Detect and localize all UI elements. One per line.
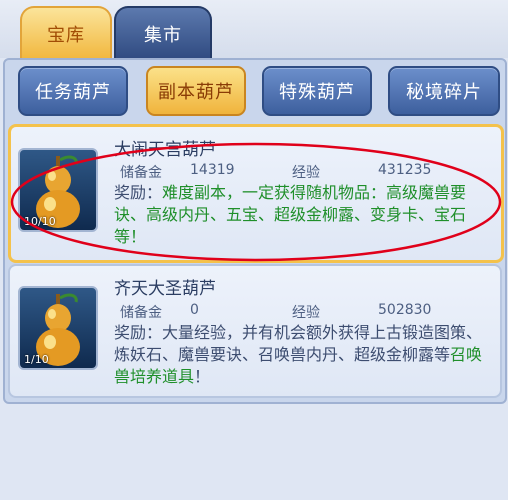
- tab-market[interactable]: 集市: [114, 6, 212, 60]
- category-task-gourd-button[interactable]: 任务葫芦: [18, 66, 128, 116]
- exp-value: 431235: [378, 162, 432, 178]
- category-secret-fragment-button[interactable]: 秘境碎片: [388, 66, 500, 116]
- tab-treasury[interactable]: 宝库: [20, 6, 112, 60]
- reward-label: 奖励：: [114, 183, 163, 202]
- item-count: 1/10: [24, 353, 49, 366]
- reserve-value: 0: [190, 302, 199, 318]
- exp-value: 502830: [378, 302, 432, 318]
- reward-label: 奖励：: [114, 323, 163, 342]
- category-dungeon-gourd-button[interactable]: 副本葫芦: [146, 66, 246, 116]
- exp-label: 经验: [292, 165, 320, 181]
- reward-text: 奖励：难度副本，一定获得随机物品：高级魔兽要诀、高级内丹、五宝、超级金柳露、变身…: [114, 182, 488, 248]
- item-icon-frame: 10/10: [18, 148, 98, 232]
- item-count: 10/10: [24, 215, 56, 228]
- exp-label: 经验: [292, 305, 320, 321]
- reserve-value: 14319: [190, 162, 235, 178]
- reserve-label: 储备金: [120, 305, 162, 321]
- item-name: 齐天大圣葫芦: [114, 279, 216, 299]
- reserve-label: 储备金: [120, 165, 162, 181]
- reward-highlight: 难度副本，一定获得随机物品：高级魔兽要诀、高级内丹、五宝、超级金柳露、变身卡、宝…: [114, 183, 467, 246]
- item-name: 大闹天宫葫芦: [114, 140, 216, 160]
- reward-text: 奖励：大量经验，并有机会额外获得上古锻造图策、炼妖石、魔兽要诀、召唤兽内丹、超级…: [114, 322, 488, 388]
- category-special-gourd-button[interactable]: 特殊葫芦: [262, 66, 372, 116]
- reward-plain: 大量经验，并有机会额外获得上古锻造图策、炼妖石、魔兽要诀、召唤兽内丹、超级金柳露…: [114, 323, 483, 364]
- reward-tail: ！: [194, 367, 211, 386]
- item-icon-frame: 1/10: [18, 286, 98, 370]
